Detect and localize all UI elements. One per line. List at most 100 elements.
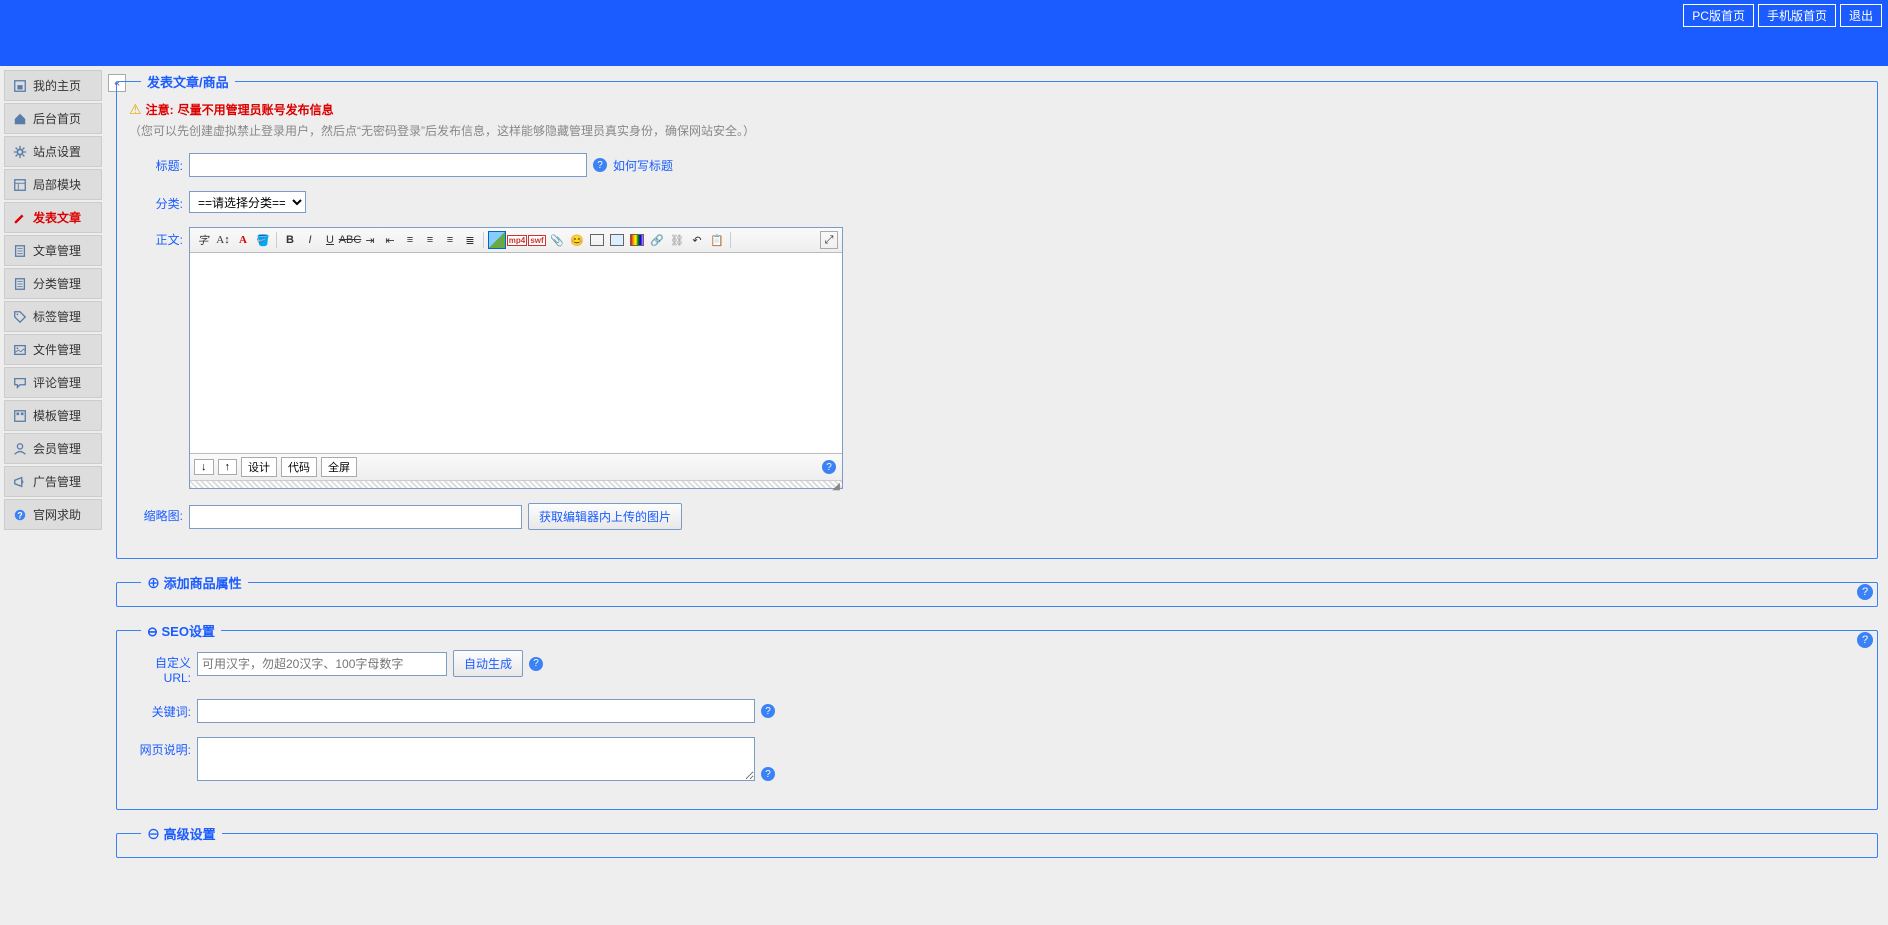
- bucket-fill-icon[interactable]: 🪣: [254, 231, 272, 249]
- warning-subtext: （您可以先创建虚拟禁止登录用户，然后点“无密码登录”后发布信息，这样能够隐藏管理…: [129, 122, 1865, 139]
- keywords-input[interactable]: [197, 699, 755, 723]
- font-family-icon[interactable]: 字: [194, 231, 212, 249]
- home-box-icon: [13, 79, 27, 93]
- toolbar-more-icon[interactable]: ⤢: [820, 231, 838, 249]
- editor-toolbar: 字 A↕ A 🪣 B I U ABC ⇥ ⇤ ≡ ≡ ≡ ≣: [190, 228, 842, 253]
- insert-widget2-icon[interactable]: [608, 231, 626, 249]
- category-select[interactable]: ==请选择分类==: [189, 191, 306, 213]
- layout-icon: [13, 178, 27, 192]
- help-icon: ?: [13, 508, 27, 522]
- font-size-icon[interactable]: A↕: [214, 231, 232, 249]
- section-help-icon[interactable]: ?: [1857, 632, 1873, 648]
- body-label: 正文:: [129, 227, 189, 248]
- description-label: 网页说明:: [129, 737, 197, 758]
- mobile-home-button[interactable]: 手机版首页: [1758, 4, 1836, 27]
- unlink-icon[interactable]: ⛓: [668, 231, 686, 249]
- header-button-group: PC版首页 手机版首页 退出: [1683, 4, 1882, 27]
- sidebar-item-5[interactable]: 文章管理: [4, 235, 102, 266]
- outdent-icon[interactable]: ⇤: [381, 231, 399, 249]
- editor-help-icon[interactable]: ?: [822, 460, 836, 474]
- insert-link-icon[interactable]: 🔗: [648, 231, 666, 249]
- help-icon[interactable]: ?: [761, 704, 775, 718]
- title-input[interactable]: [189, 153, 587, 177]
- warning-text: 尽量不用管理员账号发布信息: [178, 101, 334, 118]
- sidebar-item-label: 模板管理: [33, 407, 81, 424]
- sidebar-item-9[interactable]: 评论管理: [4, 367, 102, 398]
- megaphone-icon: [13, 475, 27, 489]
- insert-attachment-icon[interactable]: 📎: [548, 231, 566, 249]
- description-textarea[interactable]: [197, 737, 755, 781]
- font-color-icon[interactable]: A: [234, 231, 252, 249]
- paste-text-icon[interactable]: 📋: [708, 231, 726, 249]
- title-help-link[interactable]: 如何写标题: [613, 157, 673, 174]
- sidebar-item-13[interactable]: ?官网求助: [4, 499, 102, 530]
- move-up-button[interactable]: ↑: [218, 459, 238, 475]
- italic-icon[interactable]: I: [301, 231, 319, 249]
- insert-gallery-icon[interactable]: [628, 231, 646, 249]
- design-mode-button[interactable]: 设计: [241, 457, 277, 477]
- doc-icon: [13, 244, 27, 258]
- keywords-label: 关键词:: [129, 699, 197, 720]
- sidebar-item-11[interactable]: 会员管理: [4, 433, 102, 464]
- help-icon[interactable]: ?: [529, 657, 543, 671]
- comment-icon: [13, 376, 27, 390]
- warning-banner: ⚠ 注意: 尽量不用管理员账号发布信息: [129, 101, 1865, 118]
- sidebar-item-12[interactable]: 广告管理: [4, 466, 102, 497]
- thumbnail-input[interactable]: [189, 505, 522, 529]
- bold-icon[interactable]: B: [281, 231, 299, 249]
- sidebar-item-0[interactable]: 我的主页: [4, 70, 102, 101]
- editor-footer: ↓ ↑ 设计 代码 全屏 ?: [190, 453, 842, 480]
- fetch-editor-image-button[interactable]: 获取编辑器内上传的图片: [528, 503, 682, 530]
- sidebar-item-label: 后台首页: [33, 110, 81, 127]
- underline-icon[interactable]: U: [321, 231, 339, 249]
- sidebar-item-label: 会员管理: [33, 440, 81, 457]
- gear-icon: [13, 145, 27, 159]
- pc-home-button[interactable]: PC版首页: [1683, 4, 1754, 27]
- justify-icon[interactable]: ≣: [461, 231, 479, 249]
- user-icon: [13, 442, 27, 456]
- undo-icon[interactable]: ↶: [688, 231, 706, 249]
- top-header: PC版首页 手机版首页 退出: [0, 0, 1888, 66]
- sidebar-item-label: 我的主页: [33, 77, 81, 94]
- product-props-legend[interactable]: 添加商品属性: [141, 573, 248, 592]
- fullscreen-button[interactable]: 全屏: [321, 457, 357, 477]
- sidebar-nav: 我的主页后台首页站点设置局部模块发表文章文章管理分类管理标签管理文件管理评论管理…: [0, 66, 106, 925]
- insert-image-icon[interactable]: [488, 231, 506, 249]
- section-help-icon[interactable]: ?: [1857, 584, 1873, 600]
- seo-section: SEO设置 ? 自定义URL: 自动生成 ? 关键词: ? 网页说明:: [116, 621, 1878, 810]
- indent-icon[interactable]: ⇥: [361, 231, 379, 249]
- sidebar-item-2[interactable]: 站点设置: [4, 136, 102, 167]
- editor-body[interactable]: [190, 253, 842, 453]
- template-icon: [13, 409, 27, 423]
- help-icon[interactable]: ?: [761, 767, 775, 781]
- logout-button[interactable]: 退出: [1840, 4, 1882, 27]
- insert-swf-icon[interactable]: swf: [528, 231, 546, 249]
- sidebar-item-3[interactable]: 局部模块: [4, 169, 102, 200]
- thumbnail-label: 缩略图:: [129, 503, 189, 524]
- code-mode-button[interactable]: 代码: [281, 457, 317, 477]
- move-down-button[interactable]: ↓: [194, 459, 214, 475]
- insert-widget1-icon[interactable]: [588, 231, 606, 249]
- sidebar-item-6[interactable]: 分类管理: [4, 268, 102, 299]
- insert-emoji-icon[interactable]: 😊: [568, 231, 586, 249]
- strike-icon[interactable]: ABC: [341, 231, 359, 249]
- seo-legend[interactable]: SEO设置: [141, 621, 221, 640]
- sidebar-item-10[interactable]: 模板管理: [4, 400, 102, 431]
- auto-generate-url-button[interactable]: 自动生成: [453, 650, 523, 677]
- editor-resize-handle[interactable]: ◢: [190, 480, 842, 488]
- custom-url-input[interactable]: [197, 652, 447, 676]
- sidebar-item-4[interactable]: 发表文章: [4, 202, 102, 233]
- align-center-icon[interactable]: ≡: [421, 231, 439, 249]
- sidebar-item-8[interactable]: 文件管理: [4, 334, 102, 365]
- align-left-icon[interactable]: ≡: [401, 231, 419, 249]
- align-right-icon[interactable]: ≡: [441, 231, 459, 249]
- category-label: 分类:: [129, 191, 189, 212]
- sidebar-item-7[interactable]: 标签管理: [4, 301, 102, 332]
- warning-icon: ⚠: [129, 101, 142, 118]
- help-icon[interactable]: ?: [593, 158, 607, 172]
- advanced-legend[interactable]: 高级设置: [141, 824, 222, 843]
- image-icon: [13, 343, 27, 357]
- insert-mp4-icon[interactable]: mp4: [508, 231, 526, 249]
- sidebar-item-label: 文章管理: [33, 242, 81, 259]
- sidebar-item-1[interactable]: 后台首页: [4, 103, 102, 134]
